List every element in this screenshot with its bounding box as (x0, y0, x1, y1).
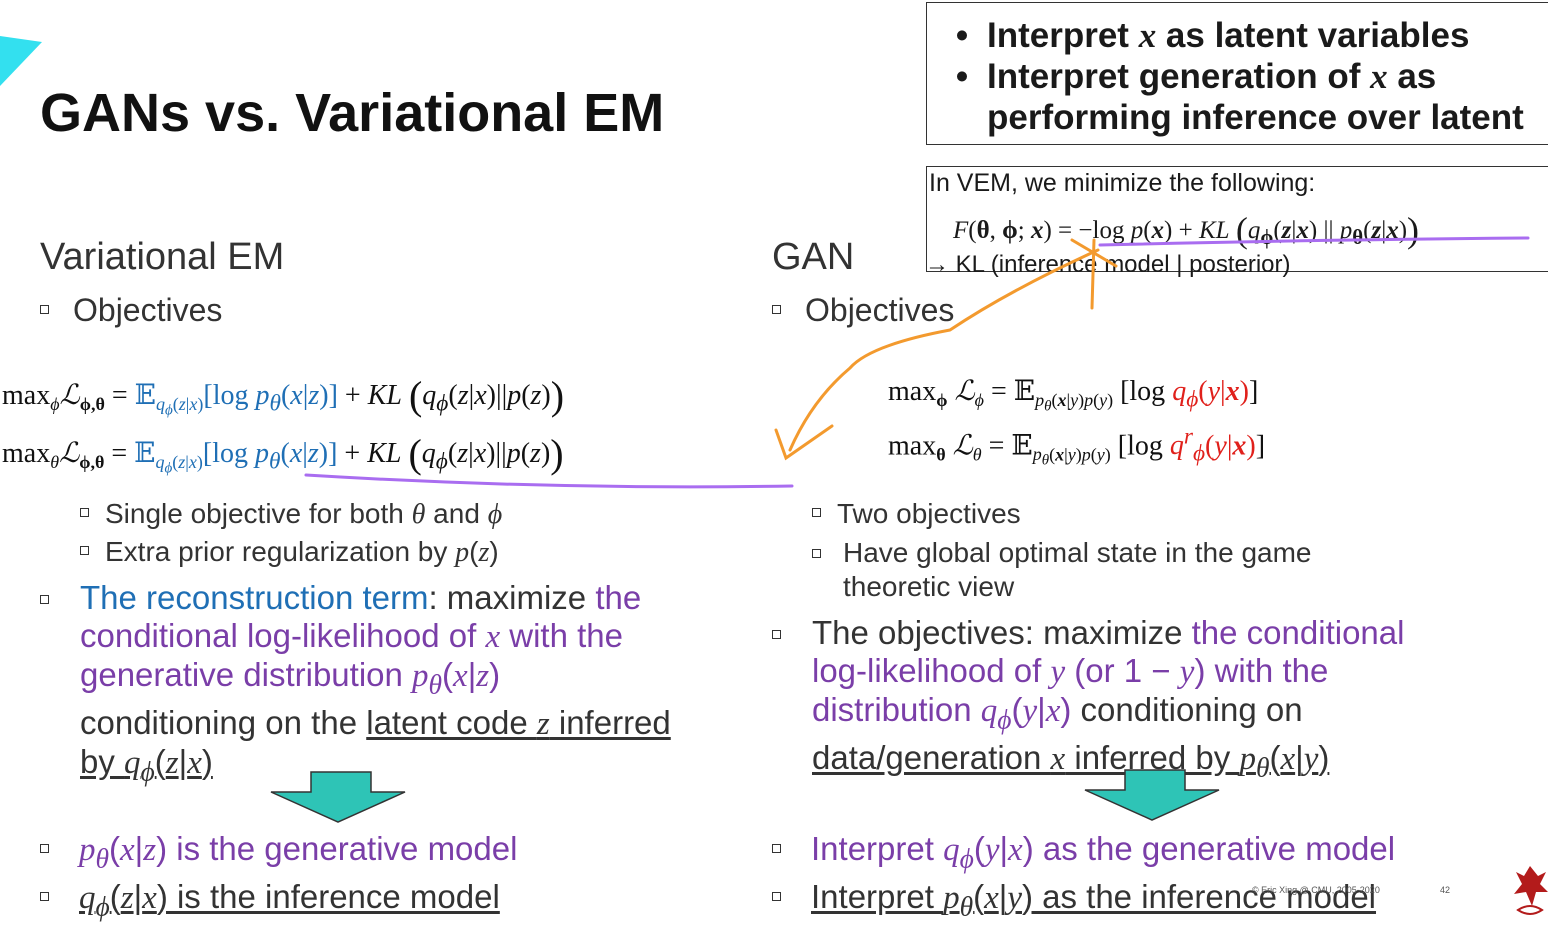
vem-formula: F(θ, ϕ; x) = −log p(x) + KL (qϕ(z|x) || … (953, 210, 1420, 250)
latent-interpretation-box: • Interpret x as latent variables • Interp… (926, 2, 1548, 145)
annotation-orange-arrow (788, 248, 1100, 452)
right-sub-two: Two objectives (812, 498, 1021, 530)
bullet-latent: • Interpret x as latent variables (955, 16, 1470, 55)
vem-kl-note: → KL (inference model | posterior) (925, 251, 1291, 278)
vem-box: In VEM, we minimize the following: F(θ, … (925, 166, 1548, 278)
right-eq-theta: maxθ ℒθ = 𝔼pθ(x|y)p(y) [log qrϕ(y|x)] (888, 424, 1266, 469)
right-bottom-generative: Interpret qϕ(y|x) as the generative mode… (772, 830, 1395, 878)
right-sub-optimal: Have global optimal state in the game the… (812, 536, 1412, 604)
right-down-arrow (1084, 769, 1220, 821)
right-objectives-text: The objectives: maximize the conditional… (772, 614, 1492, 786)
right-eq-phi: maxϕ ℒϕ = 𝔼pθ(x|y)p(y) [log qϕ(y|x)] (888, 376, 1259, 415)
copyright-text: © Eric Xing @ CMU, 2005-2020 (1252, 885, 1380, 895)
left-heading: Variational EM (40, 236, 285, 278)
bullet-generation: • Interpret generation of x as (955, 57, 1437, 96)
university-logo (1514, 866, 1548, 915)
right-objectives: Objectives (772, 292, 954, 329)
left-objectives: Objectives (40, 292, 222, 329)
bullet-inference: performing inference over latent (987, 98, 1524, 137)
left-bottom-generative: pθ(x|z) is the generative model (40, 830, 517, 878)
left-eq-phi: maxϕℒϕ,θ = 𝔼qϕ(z|x)[log pθ(x|z)] + KL (q… (2, 373, 565, 419)
page-number: 42 (1440, 885, 1451, 895)
left-eq-theta: maxθℒϕ,θ = 𝔼qϕ(z|x)[log pθ(x|z)] + KL (q… (2, 431, 564, 477)
left-sub-single: Single objective for both θ and ϕ (80, 498, 502, 531)
slide-title: GANs vs. Variational EM (40, 83, 665, 143)
left-recon-text: The reconstruction term: maximize the con… (40, 579, 740, 790)
corner-decoration (0, 36, 42, 86)
left-bottom-inference: qϕ(z|x) is the inference model (40, 878, 500, 926)
left-sub-prior: Extra prior regularization by p(z) (80, 536, 499, 569)
left-down-arrow (270, 771, 406, 823)
right-heading: GAN (772, 236, 855, 278)
annotation-orange-arrowhead (774, 424, 834, 461)
vem-box-intro: In VEM, we minimize the following: (929, 169, 1316, 197)
